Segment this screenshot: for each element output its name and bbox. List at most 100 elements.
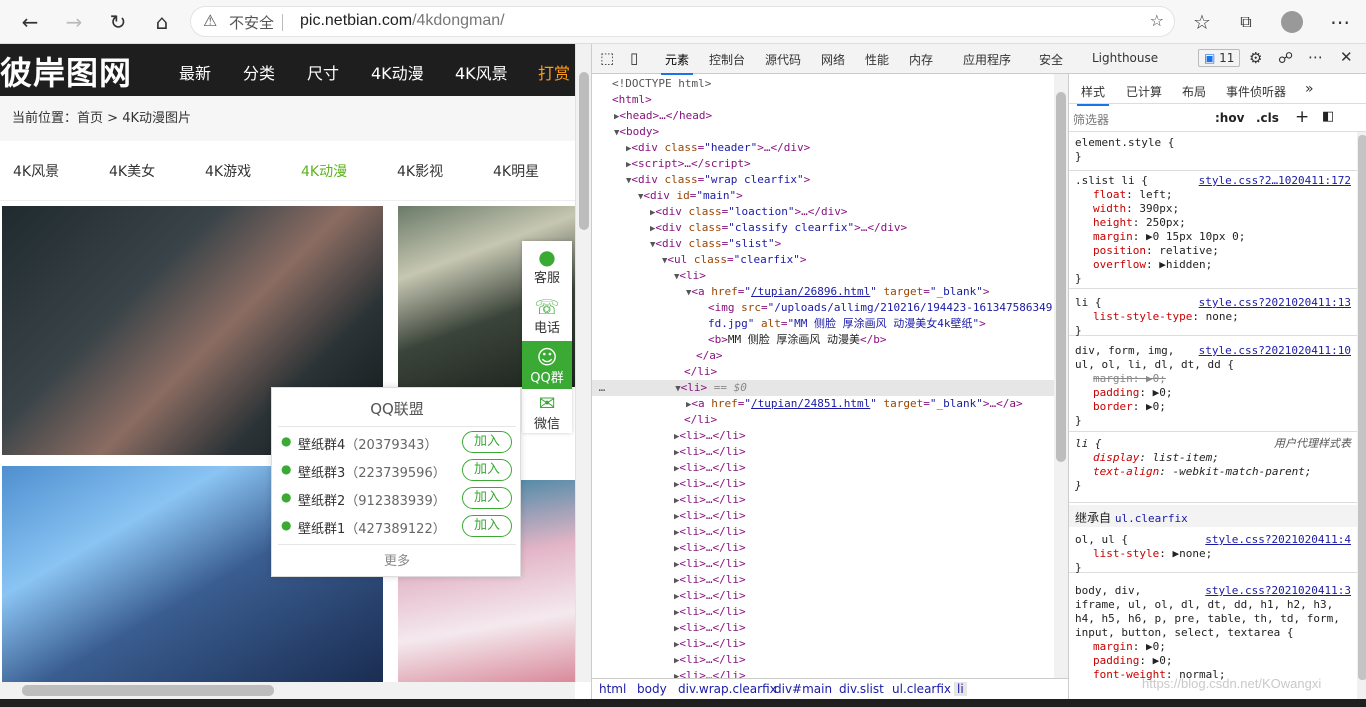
warning-icon: ⚠ — [203, 11, 218, 30]
breadcrumb-wrap[interactable]: div.wrap.clearfix — [678, 682, 777, 696]
more-tabs-icon[interactable]: » — [1305, 81, 1314, 97]
filter-input[interactable]: 筛选器 — [1073, 111, 1109, 128]
breadcrumb-html[interactable]: html — [599, 682, 626, 696]
issues-badge[interactable]: ▣ 11 — [1198, 49, 1241, 67]
join-button[interactable]: 加入 — [462, 459, 512, 481]
back-icon[interactable]: ← — [15, 7, 45, 37]
styles-filter-bar: 筛选器 :hov .cls + ◧ — [1069, 104, 1366, 132]
cls-toggle[interactable]: .cls — [1256, 111, 1279, 125]
qq-penguin-icon: ● — [281, 518, 292, 532]
settings-gear-icon[interactable]: ⚙ — [1249, 49, 1262, 67]
profile-avatar[interactable] — [1277, 7, 1307, 37]
url-text[interactable]: pic.netbian.com/4kdongman/ — [300, 12, 505, 30]
category-bar: 4K风景 4K美女 4K游戏 4K动漫 4K影视 4K明星 — [0, 141, 575, 201]
category-anime[interactable]: 4K动漫 — [301, 161, 347, 181]
category-scenery[interactable]: 4K风景 — [13, 161, 59, 181]
sidebar-item-qq-group[interactable]: ☺ QQ群 — [522, 341, 572, 389]
close-devtools-icon[interactable]: ✕ — [1340, 48, 1353, 66]
css-rule[interactable]: div, form, img, style.css?2021020411:10 … — [1069, 344, 1357, 432]
tab-computed[interactable]: 已计算 — [1126, 83, 1162, 100]
nav-size[interactable]: 尺寸 — [307, 60, 339, 84]
hov-toggle[interactable]: :hov — [1215, 111, 1244, 125]
dom-breadcrumbs: html body div.wrap.clearfix div#main div… — [592, 678, 1068, 699]
popup-title: QQ联盟 — [370, 400, 424, 418]
tab-styles[interactable]: 样式 — [1076, 83, 1110, 106]
nav-4k-scenery[interactable]: 4K风景 — [455, 60, 508, 84]
site-logo[interactable]: 彼岸图网 — [0, 48, 132, 94]
more-menu-icon[interactable]: ⋯ — [1325, 7, 1355, 37]
sidebar-item-wechat[interactable]: ✉ 微信 — [522, 387, 572, 435]
site-header: 彼岸图网 最新 分类 尺寸 4K动漫 4K风景 打赏 — [0, 44, 575, 96]
breadcrumb-home[interactable]: 首页 — [77, 111, 103, 126]
tab-security[interactable]: 安全 — [1039, 51, 1063, 68]
styles-scrollbar[interactable] — [1357, 132, 1366, 699]
new-rule-icon[interactable]: + — [1295, 107, 1309, 127]
category-star[interactable]: 4K明星 — [493, 161, 539, 181]
nav-category[interactable]: 分类 — [243, 60, 275, 84]
breadcrumb-ul[interactable]: ul.clearfix — [892, 682, 951, 696]
issues-icon: ▣ — [1204, 51, 1220, 65]
address-bar[interactable]: ⚠ 不安全 pic.netbian.com/4kdongman/ ☆ — [190, 6, 1175, 37]
refresh-icon[interactable]: ↻ — [103, 7, 133, 37]
feedback-icon[interactable]: ☍ — [1278, 49, 1293, 67]
css-rule[interactable]: ol, ul { style.css?2021020411:4 list-sty… — [1069, 533, 1357, 574]
tab-event-listeners[interactable]: 事件侦听器 — [1226, 83, 1286, 100]
toggle-sidebar-icon[interactable]: ◧ — [1322, 109, 1334, 124]
forward-icon[interactable]: → — [59, 7, 89, 37]
breadcrumb-body[interactable]: body — [637, 682, 667, 696]
sidebar-item-service[interactable]: ● 客服 — [522, 241, 572, 289]
nav-latest[interactable]: 最新 — [179, 60, 211, 84]
tab-layout[interactable]: 布局 — [1182, 83, 1206, 100]
tab-elements[interactable]: 元素 — [660, 51, 694, 75]
nav-4k-anime[interactable]: 4K动漫 — [371, 60, 424, 84]
page-horizontal-scrollbar[interactable] — [0, 682, 575, 699]
qq-penguin-icon: ● — [281, 434, 292, 448]
join-button[interactable]: 加入 — [462, 515, 512, 537]
qq-group-row: ● 壁纸群4（20379343） 加入 — [281, 430, 513, 454]
tab-application[interactable]: 应用程序 — [963, 51, 1011, 68]
tab-performance[interactable]: 性能 — [865, 51, 889, 68]
home-icon[interactable]: ⌂ — [147, 7, 177, 37]
phone-icon: ☏ — [534, 295, 560, 319]
wechat-icon: ✉ — [538, 391, 556, 415]
tab-sources[interactable]: 源代码 — [765, 51, 801, 68]
breadcrumb-main[interactable]: div#main — [774, 682, 832, 696]
dom-tree-scrollbar[interactable] — [1054, 74, 1068, 678]
category-game[interactable]: 4K游戏 — [205, 161, 251, 181]
nav-donate[interactable]: 打赏 — [538, 60, 570, 84]
styles-pane: 样式 已计算 布局 事件侦听器 » 筛选器 :hov .cls + ◧ elem… — [1068, 74, 1366, 699]
breadcrumb-slist[interactable]: div.slist — [839, 682, 884, 696]
tab-console[interactable]: 控制台 — [709, 51, 745, 68]
breadcrumb-current[interactable]: 4K动漫图片 — [122, 111, 191, 126]
join-button[interactable]: 加入 — [462, 487, 512, 509]
join-button[interactable]: 加入 — [462, 431, 512, 453]
css-rule[interactable]: li { style.css?2021020411:13 list-style-… — [1069, 296, 1357, 337]
breadcrumb-li[interactable]: li — [954, 682, 967, 696]
devtools-panel: ⬚ ▯ 元素 控制台 源代码 网络 性能 内存 应用程序 安全 Lighthou… — [591, 44, 1366, 699]
sidebar-item-phone[interactable]: ☏ 电话 — [522, 291, 572, 339]
qq-penguin-icon: ● — [281, 462, 292, 476]
css-rule[interactable]: element.style {} — [1069, 136, 1357, 171]
os-taskbar — [0, 699, 1366, 707]
category-film[interactable]: 4K影视 — [397, 161, 443, 181]
dom-tree[interactable]: <!DOCTYPE html> <html> ▶<head>…</head> ▼… — [592, 74, 1054, 678]
device-toolbar-icon[interactable]: ▯ — [630, 49, 638, 67]
add-favorite-icon[interactable]: ☆ — [1150, 11, 1164, 30]
tab-network[interactable]: 网络 — [821, 51, 845, 68]
css-rule[interactable]: .slist li { style.css?2…1020411:172 floa… — [1069, 174, 1357, 289]
qq-group-icon: ☺ — [536, 345, 558, 369]
qq-penguin-icon: ● — [281, 490, 292, 504]
breadcrumb: 当前位置：首页 > 4K动漫图片 — [0, 96, 575, 141]
styles-tabbar: 样式 已计算 布局 事件侦听器 » — [1069, 74, 1366, 106]
more-link[interactable]: 更多 — [272, 550, 522, 569]
devtools-more-icon[interactable]: ⋯ — [1308, 48, 1323, 66]
tab-memory[interactable]: 内存 — [909, 51, 933, 68]
page-vertical-scrollbar[interactable] — [575, 44, 591, 682]
qq-group-row: ● 壁纸群3（223739596） 加入 — [281, 458, 513, 482]
category-beauty[interactable]: 4K美女 — [109, 161, 155, 181]
qq-penguin-icon: ● — [538, 245, 556, 269]
inspect-icon[interactable]: ⬚ — [600, 49, 614, 67]
tab-lighthouse[interactable]: Lighthouse — [1092, 51, 1158, 65]
collections-icon[interactable]: ⧉ — [1231, 7, 1261, 37]
favorites-icon[interactable]: ☆ — [1187, 7, 1217, 37]
